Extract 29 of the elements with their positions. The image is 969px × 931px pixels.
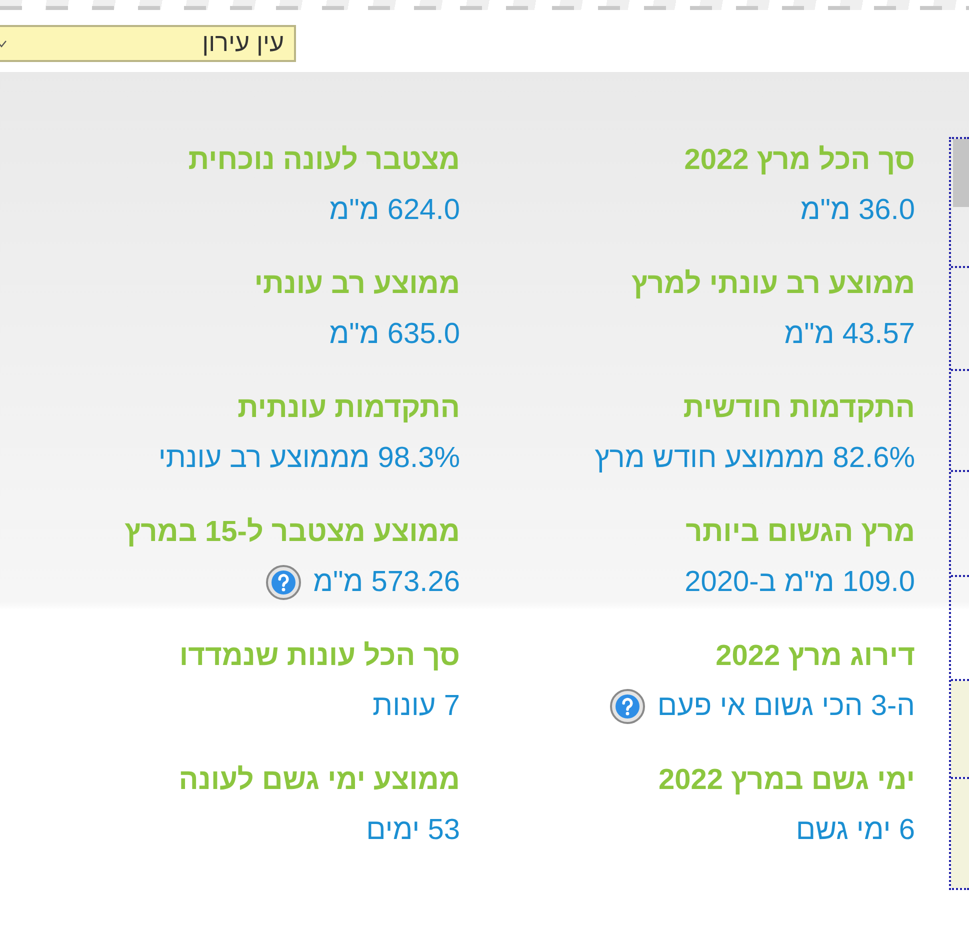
help-icon[interactable] xyxy=(610,688,646,724)
stat-value: 53 ימים xyxy=(366,814,460,846)
stat-label: דירוג מרץ 2022 xyxy=(716,640,915,672)
stat-label: סך הכל עונות שנמדדו xyxy=(179,640,460,672)
stat-value: 109.0 מ"מ ב-2020 xyxy=(684,566,915,598)
location-select[interactable]: עין עירון xyxy=(0,25,296,62)
scrollbar-thumb[interactable] xyxy=(953,139,969,207)
chevron-icon xyxy=(0,40,8,48)
stat-label: ימי גשם במרץ 2022 xyxy=(658,764,915,796)
stat-label: התקדמות עונתית xyxy=(238,392,460,424)
stat-label: התקדמות חודשית xyxy=(683,392,915,424)
stat-value: 6 ימי גשם xyxy=(796,814,915,846)
stat-label: ממוצע רב עונתי למרץ xyxy=(631,268,915,300)
help-icon[interactable] xyxy=(266,564,302,600)
stat-label: סך הכל מרץ 2022 xyxy=(684,144,915,176)
stat-value: ה-3 הכי גשום אי פעם xyxy=(657,690,915,722)
stat-value: 98.3% מממוצע רב עונתי xyxy=(158,442,460,474)
stat-value: 635.0 מ"מ xyxy=(329,318,460,350)
stat-label: ממוצע מצטבר ל-15 במרץ xyxy=(124,516,460,548)
stat-label: ממוצע ימי גשם לעונה xyxy=(178,764,460,796)
stat-label: מצטבר לעונה נוכחית xyxy=(188,144,460,176)
stat-value: 43.57 מ"מ xyxy=(784,318,915,350)
stat-value: 7 עונות xyxy=(372,690,460,722)
stat-value: 573.26 מ"מ xyxy=(313,566,460,598)
stat-value: 624.0 מ"מ xyxy=(329,194,460,226)
stat-label: ממוצע רב עונתי xyxy=(254,268,460,300)
stat-value: 82.6% מממוצע חודש מרץ xyxy=(594,442,915,474)
stat-label: מרץ הגשום ביותר xyxy=(686,516,915,548)
stat-value: 36.0 מ"מ xyxy=(800,194,915,226)
